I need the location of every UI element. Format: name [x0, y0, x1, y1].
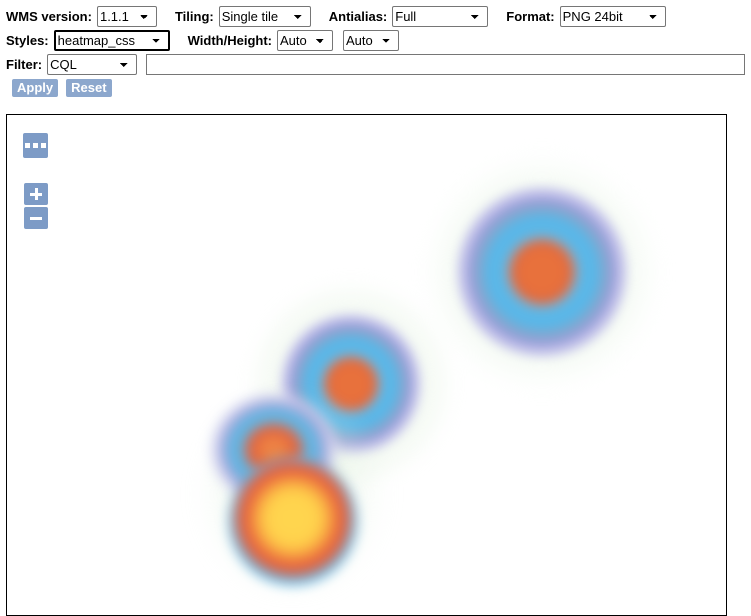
filter-type-select[interactable]: CQL [47, 53, 138, 75]
hotspot-bottom-left [177, 375, 407, 605]
hotspot-middle [254, 287, 448, 481]
map-canvas[interactable] [7, 115, 726, 615]
apply-button[interactable]: Apply [12, 79, 59, 97]
toolbar-row-2: Styles: heatmap_css Width/Height: Auto A… [6, 28, 745, 52]
styles-select[interactable]: heatmap_css [53, 29, 170, 51]
height-select[interactable]: Auto [343, 29, 400, 51]
toolbar-buttons: Apply Reset [6, 76, 745, 100]
width-select[interactable]: Auto [277, 29, 334, 51]
styles-label: Styles: [6, 32, 49, 48]
format-select[interactable]: PNG 24bit [559, 5, 666, 27]
reset-button[interactable]: Reset [66, 79, 112, 97]
map-options-button[interactable] [23, 133, 48, 158]
tiling-select[interactable]: Single tile [218, 5, 311, 27]
filter-label: Filter: [6, 56, 43, 72]
antialias-label: Antialias: [328, 8, 388, 24]
filter-input[interactable] [146, 53, 745, 75]
wms-version-select[interactable]: 1.1.1 [96, 5, 157, 27]
plus-icon [30, 188, 42, 200]
tiling-label: Tiling: [174, 8, 214, 24]
hotspot-top-right [427, 157, 657, 387]
format-label: Format: [506, 8, 555, 24]
zoom-in-button[interactable] [24, 183, 48, 205]
ellipsis-icon [25, 143, 46, 148]
map-panel[interactable] [6, 114, 727, 616]
zoom-out-button[interactable] [24, 207, 48, 229]
minus-icon [30, 212, 42, 224]
wms-version-label: WMS version: [6, 8, 92, 24]
width-height-label: Width/Height: [187, 32, 273, 48]
hotspot-halo [254, 287, 448, 481]
hotspot-lobe-upper [205, 393, 337, 511]
toolbar-row-filter: Filter: CQL [6, 52, 745, 76]
wms-toolbar: WMS version: 1.1.1 Tiling: Single tile A… [0, 0, 751, 100]
toolbar-row-1: WMS version: 1.1.1 Tiling: Single tile A… [6, 4, 745, 28]
hotspot-halo [187, 385, 397, 595]
antialias-select[interactable]: Full [392, 5, 489, 27]
hotspot-rings [281, 314, 421, 454]
hotspot-halo [427, 157, 657, 387]
hotspot-rings [457, 187, 627, 357]
hotspot-lobe-core [229, 457, 357, 585]
